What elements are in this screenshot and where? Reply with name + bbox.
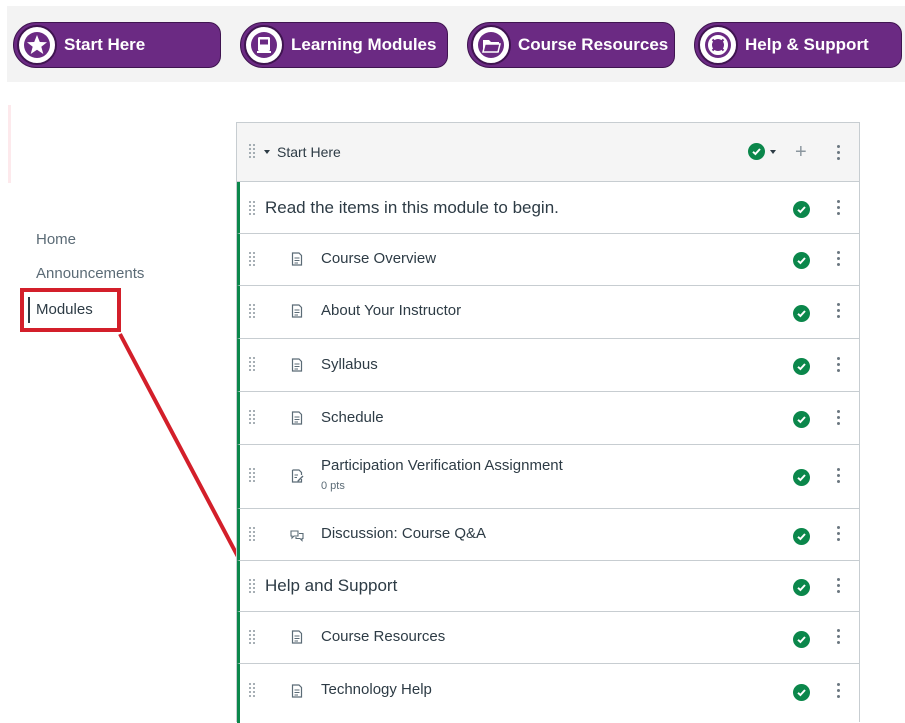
drag-handle-icon[interactable] [249, 527, 257, 541]
nav-home[interactable]: Home [36, 231, 76, 248]
published-check-icon[interactable] [793, 631, 810, 648]
published-check-icon[interactable] [793, 252, 810, 269]
published-check-icon[interactable] [793, 579, 810, 596]
item-options-icon[interactable] [833, 410, 843, 426]
published-check-icon[interactable] [793, 684, 810, 701]
add-item-icon[interactable]: + [795, 142, 807, 162]
page-icon [291, 630, 303, 644]
item-options-icon[interactable] [833, 357, 843, 373]
item-title-link[interactable]: Participation Verification Assignment [321, 457, 563, 474]
learning-modules-button[interactable]: Learning Modules [240, 22, 448, 68]
page-icon [291, 304, 303, 318]
course-home-navigation-bar: Start Here Learning Modules Course Resou… [7, 6, 905, 82]
publish-menu-caret-icon[interactable] [770, 150, 776, 154]
page-icon [291, 684, 303, 698]
module-options-icon[interactable] [833, 145, 843, 161]
course-resources-label: Course Resources [518, 35, 669, 54]
module-item: Participation Verification Assignment 0 … [237, 445, 859, 509]
module-item: Syllabus [237, 339, 859, 392]
published-check-icon[interactable] [793, 305, 810, 322]
item-options-icon[interactable] [833, 251, 843, 267]
module-item: Discussion: Course Q&A [237, 509, 859, 561]
item-options-icon[interactable] [833, 526, 843, 542]
discussion-icon [290, 530, 304, 542]
learning-modules-label: Learning Modules [291, 35, 437, 54]
folder-icon [471, 25, 511, 65]
star-icon [17, 25, 57, 65]
module-subheader: Read the items in this module to begin. [237, 182, 859, 234]
left-edge-accent [8, 105, 11, 183]
start-here-button[interactable]: Start Here [13, 22, 221, 68]
collapse-caret-icon[interactable] [264, 150, 270, 154]
item-title-link[interactable]: Course Overview [321, 250, 436, 267]
page-icon [291, 252, 303, 266]
item-title-link[interactable]: Syllabus [321, 356, 378, 373]
item-options-icon[interactable] [833, 683, 843, 699]
module-item: Technology Help [237, 664, 859, 723]
published-check-icon[interactable] [793, 469, 810, 486]
item-title-link[interactable]: Schedule [321, 409, 384, 426]
nav-modules[interactable]: Modules [36, 301, 93, 318]
subheader-title: Read the items in this module to begin. [265, 198, 559, 217]
publish-status-icon[interactable] [748, 143, 765, 160]
item-options-icon[interactable] [833, 578, 843, 594]
published-check-icon[interactable] [793, 528, 810, 545]
course-resources-button[interactable]: Course Resources [467, 22, 675, 68]
active-nav-indicator [28, 297, 30, 323]
drag-handle-icon[interactable] [249, 144, 257, 158]
module-item: Course Overview [237, 234, 859, 286]
page-icon [291, 358, 303, 372]
item-title-link[interactable]: About Your Instructor [321, 302, 461, 319]
drag-handle-icon[interactable] [249, 630, 257, 644]
module-start-here: Start Here + Read the items in this modu… [236, 122, 860, 723]
item-options-icon[interactable] [833, 629, 843, 645]
subheader-title: Help and Support [265, 576, 398, 595]
item-title-link[interactable]: Course Resources [321, 628, 445, 645]
assignment-icon [291, 469, 304, 483]
help-support-button[interactable]: Help & Support [694, 22, 902, 68]
item-title-link[interactable]: Discussion: Course Q&A [321, 525, 486, 542]
published-check-icon[interactable] [793, 411, 810, 428]
item-options-icon[interactable] [833, 468, 843, 484]
nav-announcements[interactable]: Announcements [36, 265, 144, 282]
module-title[interactable]: Start Here [277, 144, 341, 160]
drag-handle-icon[interactable] [249, 201, 257, 215]
item-title-link[interactable]: Technology Help [321, 681, 432, 698]
help-support-label: Help & Support [745, 35, 869, 54]
item-points: 0 pts [321, 480, 345, 492]
module-header[interactable]: Start Here + [237, 123, 859, 182]
published-check-icon[interactable] [793, 201, 810, 218]
drag-handle-icon[interactable] [249, 357, 257, 371]
drag-handle-icon[interactable] [249, 683, 257, 697]
module-subheader: Help and Support [237, 561, 859, 612]
lifebuoy-icon [698, 25, 738, 65]
module-item: Schedule [237, 392, 859, 445]
item-options-icon[interactable] [833, 200, 843, 216]
module-item: Course Resources [237, 612, 859, 664]
drag-handle-icon[interactable] [249, 468, 257, 482]
drag-handle-icon[interactable] [249, 579, 257, 593]
start-here-label: Start Here [64, 35, 146, 54]
book-icon [244, 25, 284, 65]
module-item: About Your Instructor [237, 286, 859, 339]
drag-handle-icon[interactable] [249, 410, 257, 424]
item-options-icon[interactable] [833, 303, 843, 319]
drag-handle-icon[interactable] [249, 304, 257, 318]
published-check-icon[interactable] [793, 358, 810, 375]
drag-handle-icon[interactable] [249, 252, 257, 266]
page-icon [291, 411, 303, 425]
